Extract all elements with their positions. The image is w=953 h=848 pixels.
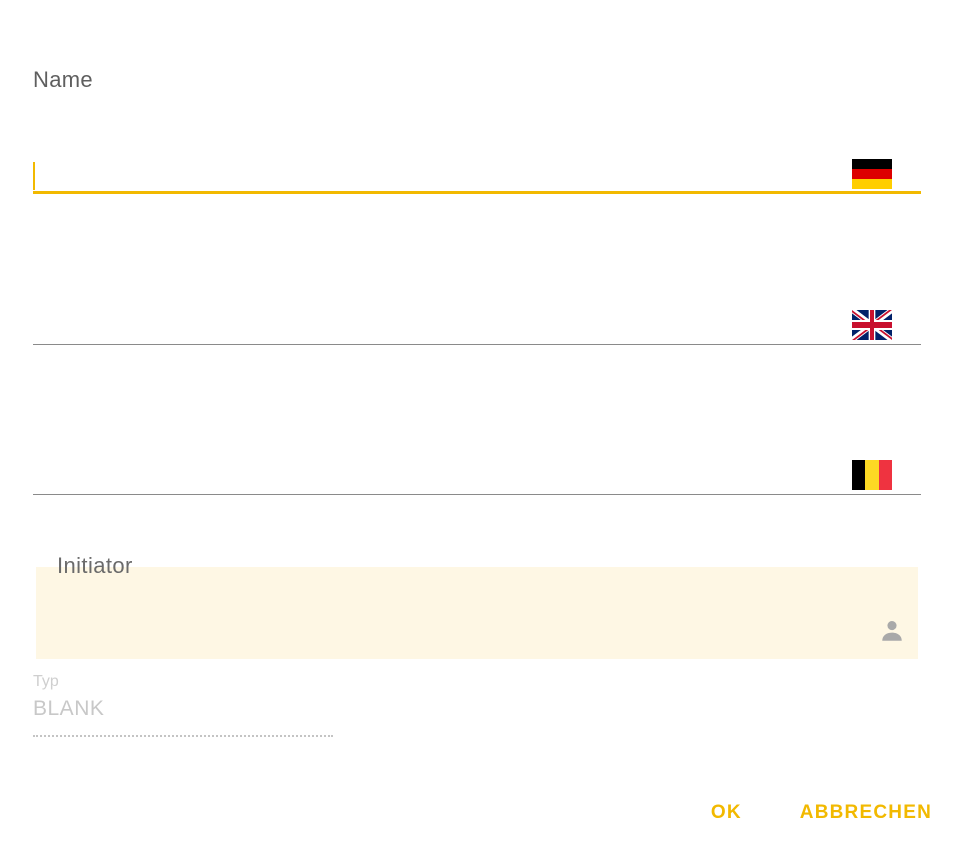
name-input-de[interactable] xyxy=(33,150,833,192)
flag-uk-icon xyxy=(852,310,892,340)
flag-belgium-icon xyxy=(852,460,892,490)
typ-value: BLANK xyxy=(33,697,105,720)
name-field-be[interactable] xyxy=(33,451,921,495)
name-section-title: Name xyxy=(33,67,93,92)
flag-germany-icon xyxy=(852,159,892,189)
initiator-field[interactable] xyxy=(36,567,918,659)
typ-label: Typ xyxy=(33,673,59,690)
typ-underline xyxy=(33,735,333,737)
name-field-en-underline xyxy=(33,344,921,345)
initiator-label: Initiator xyxy=(57,553,133,578)
person-icon[interactable] xyxy=(879,618,905,644)
dialog: Name Initiator Typ BLANK OK ABBRECHEN xyxy=(0,0,953,848)
ok-button[interactable]: OK xyxy=(711,802,742,824)
name-input-en[interactable] xyxy=(33,301,833,343)
name-input-be[interactable] xyxy=(33,451,833,493)
name-field-be-underline xyxy=(33,494,921,495)
dialog-actions: OK ABBRECHEN xyxy=(711,802,932,824)
cancel-button[interactable]: ABBRECHEN xyxy=(800,802,932,824)
name-field-en[interactable] xyxy=(33,301,921,345)
name-field-de[interactable] xyxy=(33,150,921,194)
text-cursor xyxy=(33,162,35,190)
name-field-de-underline xyxy=(33,191,921,194)
